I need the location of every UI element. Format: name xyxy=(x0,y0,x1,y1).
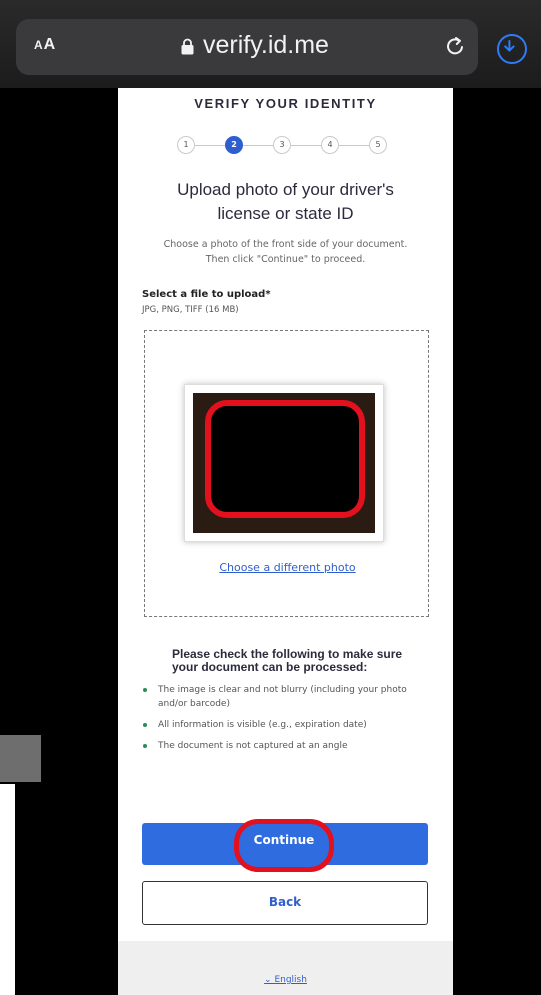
lock-icon xyxy=(181,38,194,55)
checklist-item: All information is visible (e.g., expira… xyxy=(142,718,432,732)
text-size-button[interactable]: AA xyxy=(34,36,56,54)
back-button[interactable]: Back xyxy=(142,881,428,925)
download-icon[interactable] xyxy=(497,34,527,64)
progress-stepper: 1 2 3 4 5 xyxy=(118,136,453,156)
page-title: Upload photo of your driver's license or… xyxy=(177,180,394,223)
page-heading: VERIFY YOUR IDENTITY xyxy=(194,96,377,111)
photo-thumbnail xyxy=(193,393,375,533)
step-1: 1 xyxy=(177,136,195,154)
checklist-item: The image is clear and not blurry (inclu… xyxy=(142,683,432,711)
step-4: 4 xyxy=(321,136,339,154)
background-app-fragment xyxy=(0,784,15,995)
address-bar[interactable]: AA verify.id.me xyxy=(16,19,478,75)
footer: ⌄ English xyxy=(118,941,453,995)
checklist: The image is clear and not blurry (inclu… xyxy=(142,683,432,760)
background-app-fragment xyxy=(0,735,41,782)
continue-button-label[interactable]: Continue xyxy=(234,819,334,872)
file-dropzone[interactable]: Choose a different photo xyxy=(144,330,429,617)
instructions-text: Choose a photo of the front side of your… xyxy=(163,239,408,265)
step-3: 3 xyxy=(273,136,291,154)
checklist-item: The document is not captured at an angle xyxy=(142,739,432,753)
url-text[interactable]: verify.id.me xyxy=(203,31,329,60)
browser-toolbar: AA verify.id.me xyxy=(0,0,541,88)
chevron-down-icon: ⌄ xyxy=(264,975,275,985)
choose-different-photo-link[interactable]: Choose a different photo xyxy=(145,561,430,574)
step-2-active: 2 xyxy=(225,136,243,154)
language-selector[interactable]: ⌄ English xyxy=(118,975,453,985)
photo-preview xyxy=(184,384,384,542)
step-5: 5 xyxy=(369,136,387,154)
verify-page: VERIFY YOUR IDENTITY 1 2 3 4 5 Upload ph… xyxy=(118,88,453,995)
file-formats-hint: JPG, PNG, TIFF (16 MB) xyxy=(142,305,239,315)
file-upload-label: Select a file to upload* xyxy=(142,289,271,300)
reload-icon[interactable] xyxy=(444,34,468,58)
redaction-box xyxy=(205,400,365,518)
checklist-title: Please check the following to make sure … xyxy=(172,647,403,674)
